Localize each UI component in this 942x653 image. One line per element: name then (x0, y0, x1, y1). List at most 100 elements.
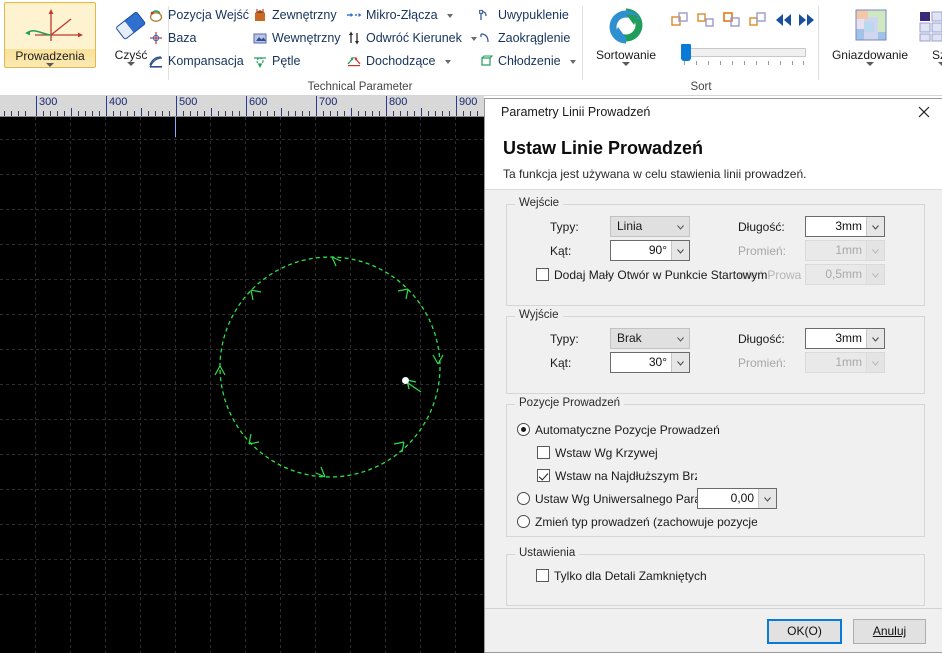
chevron-down-icon (872, 225, 879, 230)
lead-in-axis-icon (5, 5, 95, 49)
command-wewnetrzny[interactable]: Wewnętrzny (250, 27, 341, 49)
combo-dlugosc-wyjscie[interactable]: 3mm (805, 328, 885, 349)
reverse-direction-icon (346, 30, 362, 46)
command-zewnetrzny[interactable]: Zewnętrzny (250, 4, 337, 26)
sort-order-4-icon[interactable] (748, 10, 768, 30)
checkbox-tylko-detale-zamkniete-box[interactable] (536, 569, 549, 582)
ribbon-group-technical-parameter: Pozycja Wejść Baza Kompansacja Zewnętrzn… (140, 0, 580, 95)
chevron-down-icon[interactable] (866, 62, 874, 66)
label-typy-wyjscie: Typy: (550, 332, 579, 346)
command-uwypuklenie[interactable]: Uwypuklenie (476, 4, 569, 26)
sort-order-2-icon[interactable] (696, 10, 716, 30)
chevron-down-icon[interactable] (444, 59, 451, 64)
outer-contour-icon (252, 7, 268, 23)
radio-zmien-typ-prowadzen-button[interactable] (517, 515, 530, 528)
nesting-icon (826, 4, 914, 48)
combo-promien-prowadzen: 0,5mm (805, 264, 885, 285)
command-petle-label: Pętle (272, 54, 301, 68)
command-pozycja-wejsc[interactable]: Pozycja Wejść (146, 4, 249, 26)
lead-in-start-point[interactable] (402, 377, 409, 384)
ok-button[interactable]: OK(O) (767, 619, 842, 644)
command-odwroc-kierunek[interactable]: Odwróć Kierunek (344, 27, 478, 49)
radio-automatyczne-pozycje-button[interactable] (517, 423, 530, 436)
lead-in-circle-path[interactable] (0, 117, 484, 653)
label-typy-wejscie: Typy: (550, 220, 579, 234)
checkbox-wstaw-najdluzszy-brzeg[interactable]: Wstaw na Najdłuższym Brze (537, 467, 697, 485)
sort-order-icon-row (670, 10, 816, 32)
combo-typy-wejscie[interactable]: Linia (610, 216, 690, 237)
combo-kat-wejscie[interactable]: 90° (610, 240, 690, 261)
ruler-label: 800 (389, 96, 408, 108)
ribbon-button-prowadzenia[interactable]: Prowadzenia (4, 2, 96, 68)
sort-order-1-icon[interactable] (670, 10, 690, 30)
checkbox-wstaw-wg-krzywej-label: Wstaw Wg Krzywej (555, 446, 658, 460)
sort-order-3-icon[interactable] (722, 10, 742, 30)
chevron-down-icon[interactable] (570, 59, 577, 64)
command-petle[interactable]: Pętle (250, 50, 301, 72)
group-pozycje-title: Pozycje Prowadzeń (515, 397, 624, 409)
label-kat-wyjscie: Kąt: (550, 356, 572, 370)
sort-next-icon[interactable] (796, 10, 816, 30)
group-pozycje-prowadzen: Pozycje Prowadzeń Automatyczne Pozycje P… (506, 397, 925, 537)
radio-ustaw-wg-parametru[interactable]: Ustaw Wg Uniwersalnego Parametru (0~1 (517, 490, 697, 508)
ribbon-button-sortowanie-label: Sortowanie (595, 48, 657, 62)
sort-density-slider-thumb[interactable] (681, 44, 691, 61)
group-wejscie-title: Wejście (515, 197, 564, 209)
command-zaokraglenie[interactable]: Zaokrąglenie (476, 27, 570, 49)
chevron-down-icon[interactable] (127, 62, 135, 66)
command-dochodzace[interactable]: Dochodzące (344, 50, 451, 72)
ruler-label: 400 (109, 96, 128, 108)
cancel-button[interactable]: Anuluj (853, 619, 926, 644)
combo-dlugosc-wyjscie-value: 3mm (835, 331, 862, 345)
combo-promien-wyjscie: 1mm (805, 352, 885, 373)
sort-prev-icon[interactable] (774, 10, 794, 30)
combo-typy-wyjscie[interactable]: Brak (610, 328, 690, 349)
datum-crosshair-icon (148, 30, 164, 46)
compensation-icon (148, 53, 164, 69)
combo-parametr-uniwersalny[interactable]: 0,00 (697, 488, 777, 509)
radio-ustaw-wg-parametru-button[interactable] (517, 492, 530, 505)
chevron-down-icon[interactable] (622, 62, 630, 66)
combo-promien-wejscie: 1mm (805, 240, 885, 261)
ribbon-button-sortowanie[interactable]: Sortowanie (586, 2, 666, 66)
loops-icon (252, 53, 268, 69)
ribbon-button-szyk[interactable]: Szy (916, 2, 942, 66)
sort-density-slider-ticks (682, 61, 806, 67)
radio-automatyczne-pozycje-label: Automatyczne Pozycje Prowadzeń (535, 423, 720, 437)
checkbox-dodaj-maly-otwor-box[interactable] (536, 268, 549, 281)
radio-zmien-typ-prowadzen-label: Zmień typ prowadzeń (zachowuje pozycje (535, 515, 757, 529)
combo-promien-prowadzen-value: 0,5mm (825, 267, 862, 281)
command-baza[interactable]: Baza (146, 27, 197, 49)
close-icon[interactable] (911, 101, 937, 123)
sort-density-slider-track[interactable] (682, 48, 806, 57)
combo-dlugosc-wejscie[interactable]: 3mm (805, 216, 885, 237)
checkbox-wstaw-wg-krzywej-box[interactable] (537, 446, 550, 459)
bulge-icon (478, 7, 494, 23)
dialog-title: Parametry Linii Prowadzeń (501, 105, 651, 119)
group-ustawienia: Ustawienia Tylko dla Detali Zamkniętych (506, 547, 925, 606)
combo-kat-wyjscie[interactable]: 30° (610, 352, 690, 373)
ribbon-button-gniazdowanie-label: Gniazdowanie (831, 48, 909, 62)
dialog-heading: Ustaw Linie Prowadzeń (503, 138, 704, 158)
sort-refresh-icon (586, 4, 666, 48)
chevron-down-icon (677, 337, 684, 342)
lead-line-parameters-dialog: Parametry Linii Prowadzeń Ustaw Linie Pr… (484, 98, 942, 653)
ribbon-button-prowadzenia-label: Prowadzenia (15, 49, 85, 63)
chevron-down-icon[interactable] (447, 13, 454, 18)
dialog-footer: OK(O) Anuluj (485, 608, 942, 652)
command-zaokraglenie-label: Zaokrąglenie (498, 31, 571, 45)
chevron-down-icon[interactable] (938, 62, 942, 66)
ribbon-button-gniazdowanie[interactable]: Gniazdowanie (826, 2, 914, 66)
dialog-titlebar[interactable]: Parametry Linii Prowadzeń (485, 99, 942, 126)
chevron-down-icon[interactable] (46, 63, 54, 67)
command-mikro-zlacza[interactable]: Mikro-Złącza (344, 4, 454, 26)
radio-zmien-typ-prowadzen[interactable]: Zmień typ prowadzeń (zachowuje pozycje (517, 513, 757, 531)
cad-canvas[interactable]: 300 400 500 600 700 800 900 (0, 96, 484, 653)
horizontal-ruler[interactable]: 300 400 500 600 700 800 900 (0, 96, 484, 117)
drawing-area[interactable] (0, 117, 484, 653)
group-wyjscie: Wyjście Typy: Brak Kąt: 30° Długość: 3mm… (506, 309, 925, 394)
command-kompansacja[interactable]: Kompansacja (146, 50, 244, 72)
command-chlodzenie[interactable]: Chłodzenie (476, 50, 577, 72)
chevron-down-icon (872, 273, 879, 278)
checkbox-wstaw-najdluzszy-brzeg-box[interactable] (537, 469, 550, 482)
